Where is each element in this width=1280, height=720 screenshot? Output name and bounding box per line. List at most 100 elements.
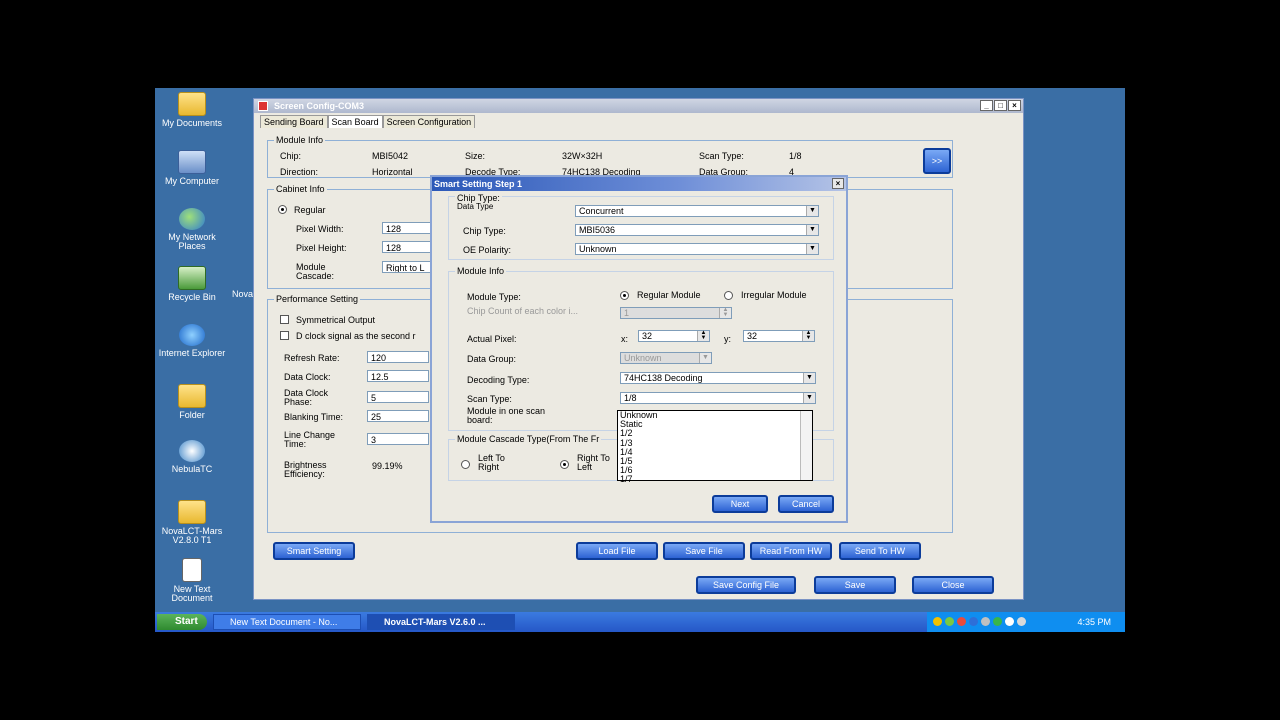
symmetrical-output-checkbox[interactable] (280, 315, 289, 324)
scan-type-option[interactable]: Unknown (618, 410, 812, 420)
next-button[interactable]: Next (712, 495, 768, 513)
chip-type-select[interactable]: MBI5036 ▼ (575, 224, 819, 236)
irregular-module-radio[interactable] (724, 291, 733, 300)
read-from-hw-button[interactable]: Read From HW (750, 542, 832, 560)
system-tray: 4:35 PM (927, 612, 1125, 632)
data-clock-input[interactable]: 12.5 (367, 370, 429, 382)
module-in-one-scan-board-label: Module in one scan board: (467, 406, 546, 425)
tray-icon[interactable] (933, 617, 942, 626)
desktop-icon-network[interactable]: My Network Places (155, 208, 229, 251)
scan-type-option[interactable]: 1/7 (618, 475, 812, 484)
load-file-button[interactable]: Load File (576, 542, 658, 560)
module-cascade-select[interactable]: Right to L (382, 261, 432, 273)
nebula-icon (179, 440, 205, 462)
desktop-icon-new-text-document[interactable]: New Text Document (155, 558, 229, 603)
regular-radio[interactable] (278, 205, 287, 214)
window-title-bar[interactable]: Screen Config-COM3 _ □ × (254, 99, 1023, 113)
dropdown-scrollbar[interactable] (800, 411, 812, 480)
dialog-data-group-select[interactable]: Unknown ▼ (620, 352, 712, 364)
desktop-icon-label: Recycle Bin (168, 292, 216, 302)
stepper-arrows-icon: ▲ ▼ (697, 330, 709, 341)
smart-setting-button[interactable]: Smart Setting (273, 542, 355, 560)
close-window-button[interactable]: × (1008, 100, 1021, 111)
regular-module-label: Regular Module (637, 290, 701, 300)
pixel-x-stepper[interactable]: 32 ▲ ▼ (638, 330, 710, 342)
taskbar-item-notepad[interactable]: New Text Document - No... (213, 614, 361, 630)
chip-type-group: Chip Type: Data Type Concurrent ▼ Chip T… (448, 193, 834, 260)
data-clock-phase-input[interactable]: 5 (367, 391, 429, 403)
tray-icon[interactable] (1017, 617, 1026, 626)
blanking-time-input[interactable]: 25 (367, 410, 429, 422)
desktop-icon-label: Folder (179, 410, 205, 420)
desktop-icon-my-documents[interactable]: My Documents (155, 92, 229, 128)
send-to-hw-button[interactable]: Send To HW (839, 542, 921, 560)
desktop-icon-label: NovaLCT-Mars V2.8.0 T1 (161, 526, 223, 545)
scan-type-select[interactable]: 1/8 ▼ (620, 392, 816, 404)
tray-icon[interactable] (945, 617, 954, 626)
dialog-close-button[interactable]: × (832, 178, 844, 189)
tab-scan-board[interactable]: Scan Board (327, 115, 383, 128)
desktop-icon-internet-explorer[interactable]: Internet Explorer (155, 324, 229, 358)
left-to-right-label: Left To Right (478, 453, 505, 472)
start-button[interactable]: Start (157, 614, 207, 630)
decoding-type-label: Decoding Type: (467, 375, 530, 385)
scan-type-option[interactable]: 1/6 (618, 466, 812, 475)
desktop-icon-folder[interactable]: Folder (155, 384, 229, 420)
tray-icon[interactable] (981, 617, 990, 626)
tab-screen-configuration[interactable]: Screen Configuration (382, 115, 476, 128)
y-label: y: (724, 334, 732, 344)
minimize-button[interactable]: _ (980, 100, 993, 111)
chip-count-stepper[interactable]: 1 ▲ ▼ (620, 307, 732, 319)
dialog-module-info-legend: Module Info (455, 266, 507, 276)
scan-type-value: 1/8 (624, 393, 637, 403)
desktop-icon-novalct-mars[interactable]: NovaLCT-Mars V2.8.0 T1 (155, 500, 229, 545)
cancel-button[interactable]: Cancel (778, 495, 834, 513)
brightness-efficiency-value: 99.19% (372, 461, 403, 471)
ie-icon (179, 324, 205, 346)
tab-sending-board[interactable]: Sending Board (260, 115, 328, 128)
scan-type-option[interactable]: 1/4 (618, 447, 812, 457)
save-config-file-button[interactable]: Save Config File (696, 576, 796, 594)
d-clock-checkbox[interactable] (280, 331, 289, 340)
maximize-button[interactable]: □ (994, 100, 1007, 111)
data-type-select[interactable]: Concurrent ▼ (575, 205, 819, 217)
tray-icon[interactable] (969, 617, 978, 626)
desktop-icon-recycle-bin[interactable]: Recycle Bin (155, 266, 229, 302)
taskbar-item-novalct[interactable]: NovaLCT-Mars V2.6.0 ... (367, 614, 515, 630)
desktop-icon-my-computer[interactable]: My Computer (155, 150, 229, 186)
close-button[interactable]: Close (912, 576, 994, 594)
volume-icon[interactable] (1005, 617, 1014, 626)
dialog-title-bar[interactable]: Smart Setting Step 1 × (432, 177, 846, 191)
line-change-time-label: Line Change Time: (284, 430, 336, 449)
regular-module-radio[interactable] (620, 291, 629, 300)
chip-label: Chip: (280, 151, 302, 161)
pixel-width-input[interactable]: 128 (382, 222, 432, 234)
scan-type-option[interactable]: Static (618, 420, 812, 429)
tray-icon[interactable] (957, 617, 966, 626)
scan-type-option[interactable]: 1/2 (618, 429, 812, 438)
scan-type-option[interactable]: 1/3 (618, 438, 812, 448)
decoding-type-select[interactable]: 74HC138 Decoding ▼ (620, 372, 816, 384)
oe-polarity-select[interactable]: Unknown ▼ (575, 243, 819, 255)
desktop-icon-partial-label: Nova (232, 289, 254, 299)
line-change-time-input[interactable]: 3 (367, 433, 429, 445)
desktop-icon-label: Internet Explorer (158, 348, 226, 358)
save-file-button[interactable]: Save File (663, 542, 745, 560)
right-to-left-radio[interactable] (560, 460, 569, 469)
pixel-height-input[interactable]: 128 (382, 241, 432, 253)
data-type-label: Data Type (457, 202, 494, 211)
save-button[interactable]: Save (814, 576, 896, 594)
dialog-data-group-value: Unknown (624, 353, 662, 363)
chevron-down-icon: ▼ (806, 206, 818, 216)
regular-label: Regular (294, 205, 326, 215)
chip-type-label: Chip Type: (463, 226, 506, 236)
expand-module-info-button[interactable]: >> (923, 148, 951, 174)
scan-type-option[interactable]: 1/5 (618, 456, 812, 466)
refresh-rate-input[interactable]: 120 (367, 351, 429, 363)
data-clock-label: Data Clock: (284, 372, 331, 382)
desktop-icon-nebulatc[interactable]: NebulaTC (155, 440, 229, 474)
desktop-icon-label: My Computer (164, 176, 219, 186)
pixel-y-stepper[interactable]: 32 ▲ ▼ (743, 330, 815, 342)
tray-icon[interactable] (993, 617, 1002, 626)
left-to-right-radio[interactable] (461, 460, 470, 469)
